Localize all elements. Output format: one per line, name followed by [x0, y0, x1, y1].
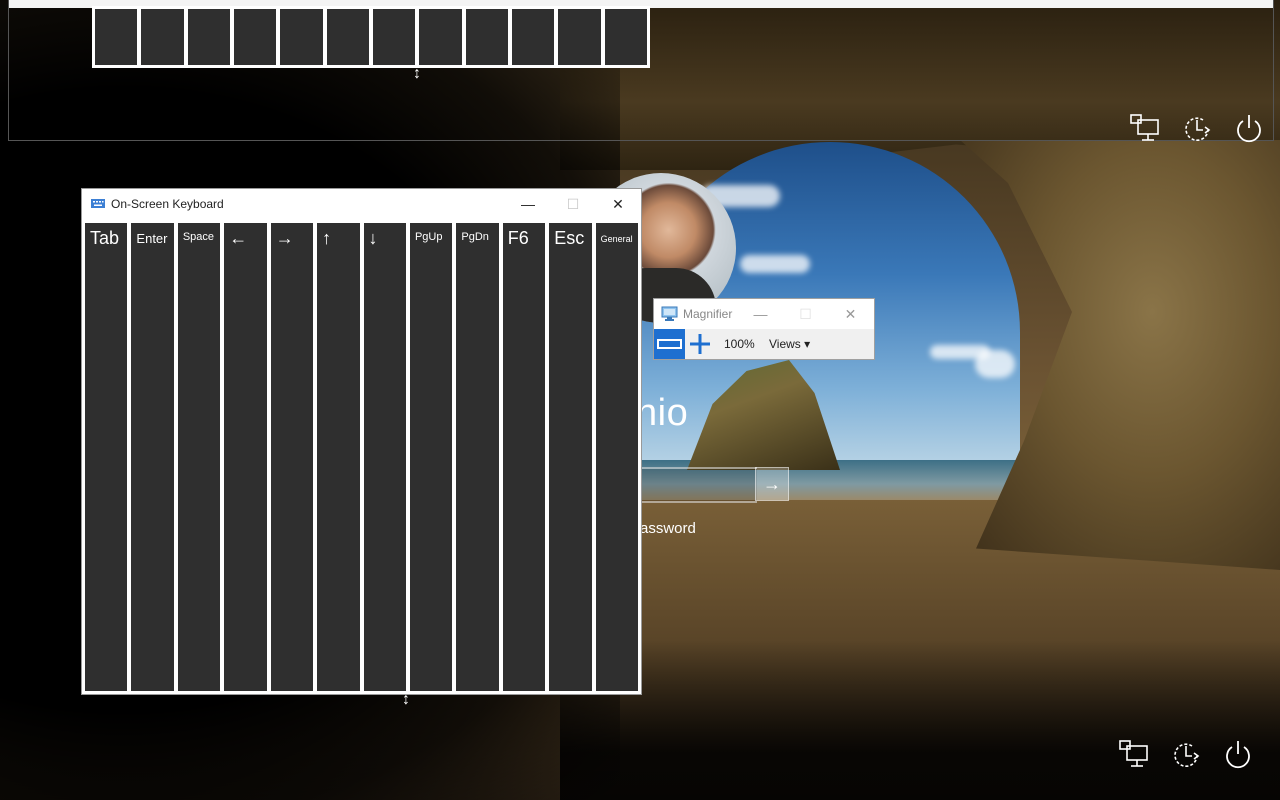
magnified-key [280, 9, 323, 65]
zoom-out-button[interactable] [654, 329, 685, 359]
key-down-arrow[interactable]: ↓ [363, 223, 406, 691]
user-name: hio [636, 392, 689, 434]
magnified-key [465, 9, 508, 65]
password-field[interactable] [640, 467, 757, 503]
plus-icon [690, 334, 710, 354]
minimize-button[interactable]: — [738, 299, 783, 329]
key-tab[interactable]: Tab [85, 223, 128, 691]
key-page-down[interactable]: PgDn [456, 223, 499, 691]
minus-icon [657, 339, 682, 349]
resize-cursor-icon: ↕ [413, 65, 421, 82]
key-label: Space [182, 231, 215, 243]
magnified-keyboard-row [92, 6, 650, 68]
lock-screen-tray [1118, 738, 1254, 770]
key-general[interactable]: General [595, 223, 639, 691]
key-left-arrow[interactable]: ← [224, 223, 267, 691]
maximize-button: ☐ [566, 196, 580, 212]
password-hint-link[interactable]: assword [640, 520, 696, 537]
magnifier-toolbar: 100% Views ▾ [654, 329, 874, 359]
magnified-key [604, 9, 647, 65]
magnified-key [187, 9, 230, 65]
magnified-key [372, 9, 416, 65]
ease-of-access-icon[interactable] [1170, 738, 1202, 770]
password-submit-button[interactable]: → [755, 467, 789, 501]
zoom-in-button[interactable] [685, 329, 715, 359]
key-esc[interactable]: Esc [549, 223, 592, 691]
magnifier-app-icon [661, 306, 678, 321]
views-dropdown[interactable]: Views ▾ [769, 337, 810, 351]
key-label: Enter [136, 231, 168, 246]
key-label: → [275, 228, 294, 248]
magnified-key [95, 9, 138, 65]
network-icon [1130, 114, 1159, 141]
close-button[interactable]: ✕ [828, 299, 873, 329]
power-icon[interactable] [1222, 738, 1254, 770]
key-label: General [600, 234, 633, 244]
key-enter[interactable]: Enter [131, 223, 174, 691]
key-space[interactable]: Space [177, 223, 221, 691]
key-label: Esc [554, 228, 585, 248]
key-label: PgUp [414, 231, 443, 243]
magnified-key [511, 9, 555, 65]
network-icon[interactable] [1118, 738, 1150, 770]
key-right-arrow[interactable]: → [270, 223, 314, 691]
keyboard-icon [91, 199, 105, 208]
osk-key-row: Tab Enter Space ← → ↑ ↓ PgUp PgDn F6 Esc… [85, 223, 639, 691]
key-up-arrow[interactable]: ↑ [317, 223, 360, 691]
minimize-button[interactable]: — [505, 189, 551, 219]
key-page-up[interactable]: PgUp [409, 223, 453, 691]
maximize-button: ☐ [799, 306, 812, 322]
magnified-key [326, 9, 369, 65]
magnifier-titlebar[interactable]: Magnifier — ☐ ✕ [654, 299, 874, 329]
magnified-key [558, 9, 601, 65]
magnifier-window[interactable]: Magnifier — ☐ ✕ 100% Views ▾ [654, 299, 874, 359]
key-label: ↓ [368, 228, 378, 248]
power-icon [1237, 115, 1261, 143]
magnifier-window-title: Magnifier [683, 307, 733, 321]
magnifier-docked-view: ↕ [8, 0, 1274, 144]
osk-window-title: On-Screen Keyboard [111, 197, 224, 211]
key-label: ← [229, 228, 248, 248]
magnified-key [233, 9, 277, 65]
magnified-tray [1129, 112, 1265, 144]
key-label: PgDn [461, 231, 489, 243]
osk-titlebar[interactable]: On-Screen Keyboard — ☐ ✕ [82, 189, 641, 219]
key-label: F6 [507, 228, 529, 248]
ease-of-access-icon [1185, 117, 1211, 142]
resize-cursor-icon: ↕ [402, 691, 410, 708]
on-screen-keyboard-window[interactable]: On-Screen Keyboard — ☐ ✕ Tab Enter Space… [82, 189, 641, 694]
key-label: ↑ [322, 228, 332, 248]
key-f6[interactable]: F6 [502, 223, 546, 691]
key-label: Tab [90, 228, 120, 248]
zoom-level-label: 100% [724, 337, 755, 351]
close-button[interactable]: ✕ [595, 189, 641, 219]
magnified-key [141, 9, 184, 65]
magnified-key [419, 9, 462, 65]
